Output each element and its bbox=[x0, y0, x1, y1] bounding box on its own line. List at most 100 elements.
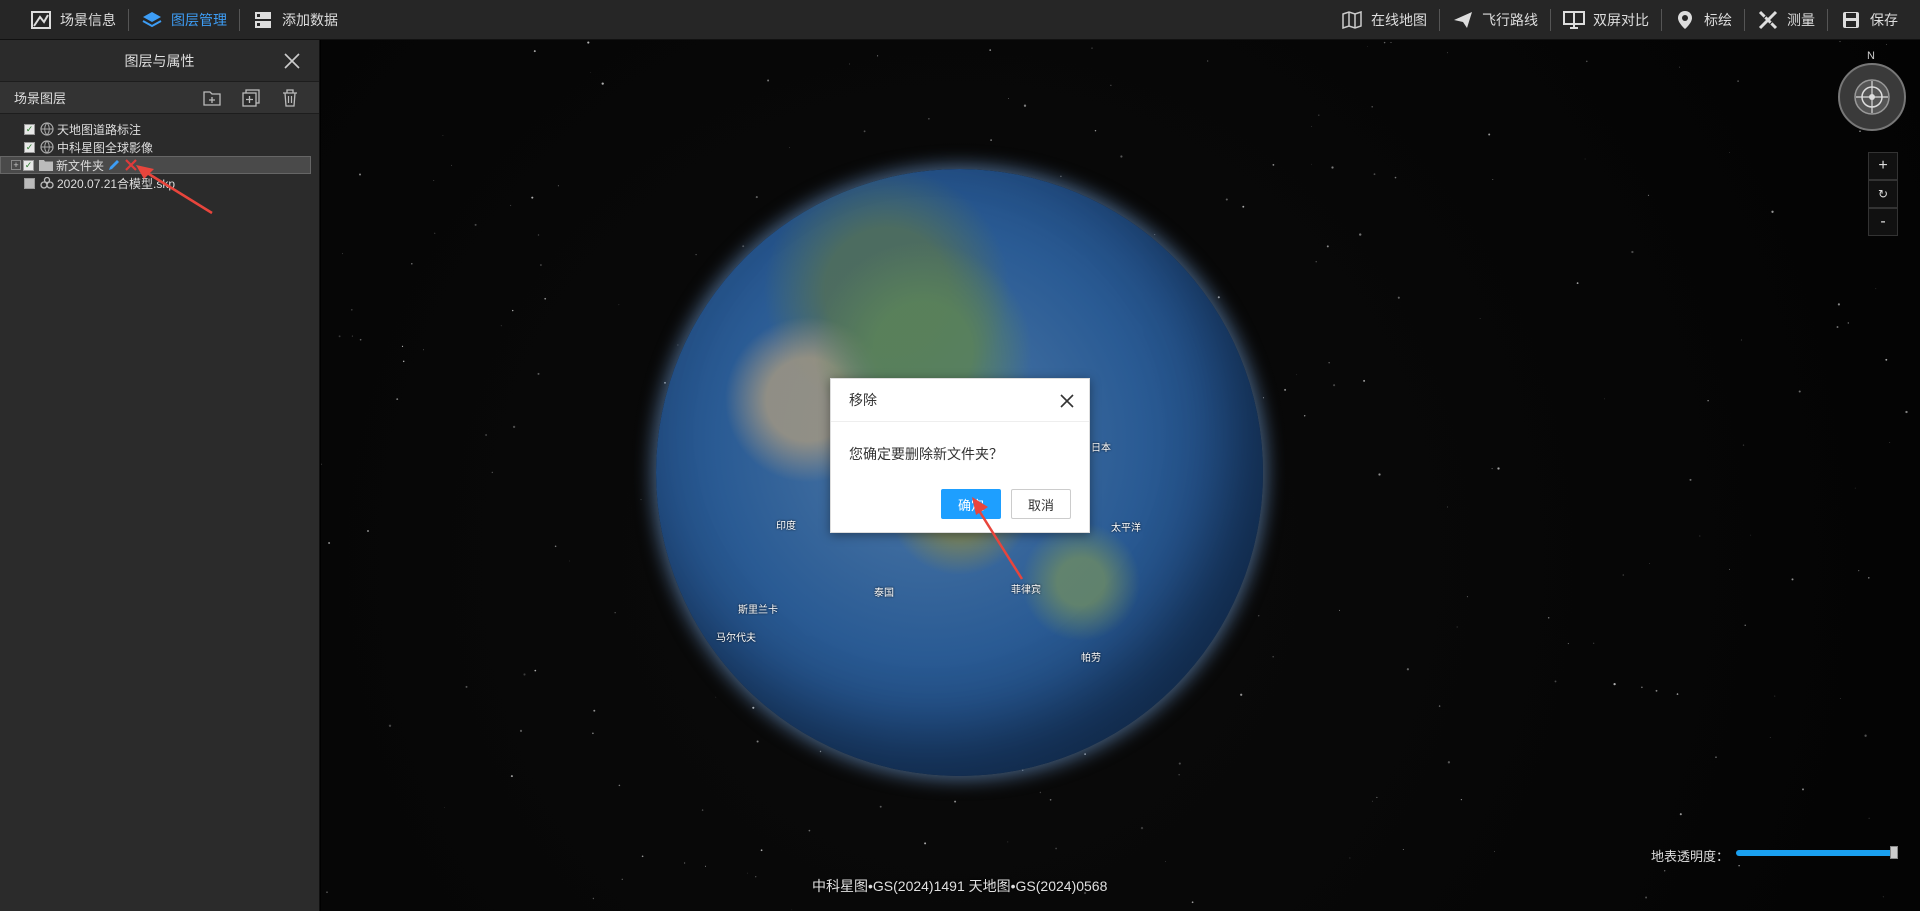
compass[interactable]: N bbox=[1837, 50, 1907, 131]
star bbox=[989, 49, 992, 51]
star bbox=[715, 696, 717, 698]
star bbox=[1110, 84, 1112, 86]
cancel-button[interactable]: 取消 bbox=[1011, 489, 1071, 519]
star bbox=[760, 849, 763, 852]
star bbox=[1008, 98, 1009, 99]
plot-marker-icon bbox=[1674, 9, 1696, 31]
star bbox=[434, 232, 436, 234]
star bbox=[1584, 158, 1586, 160]
toolbar-dual-screen[interactable]: 双屏对比 bbox=[1551, 0, 1661, 40]
star bbox=[1647, 194, 1650, 197]
star bbox=[704, 865, 707, 867]
layers-panel: 图层与属性 场景图层 天地图道路标注 中科星图全球影像 bbox=[0, 40, 320, 911]
star bbox=[1207, 60, 1209, 62]
star bbox=[587, 41, 590, 44]
toolbar-save-label: 保存 bbox=[1870, 11, 1898, 28]
add-layer-icon[interactable] bbox=[241, 88, 261, 108]
star bbox=[1191, 901, 1194, 904]
expand-toggle-icon[interactable]: + bbox=[11, 160, 21, 170]
star bbox=[1729, 152, 1730, 153]
layer-label: 中科星图全球影像 bbox=[57, 140, 154, 155]
star bbox=[1165, 861, 1166, 862]
star bbox=[1178, 774, 1180, 776]
star bbox=[1802, 788, 1804, 791]
toolbar-layer-management[interactable]: 图层管理 bbox=[129, 0, 239, 40]
star bbox=[1836, 326, 1839, 328]
star bbox=[485, 434, 488, 436]
slider-handle[interactable] bbox=[1890, 846, 1898, 859]
layer-item-new-folder[interactable]: + 新文件夹 bbox=[0, 156, 311, 174]
star bbox=[742, 245, 745, 248]
layer-item-model[interactable]: 2020.07.21合模型.skp bbox=[0, 174, 319, 192]
scene-layers-label: 场景图层 bbox=[14, 91, 67, 106]
star bbox=[1318, 114, 1320, 116]
star bbox=[1497, 467, 1500, 470]
star bbox=[1491, 468, 1493, 470]
layer-checkbox[interactable] bbox=[24, 123, 35, 135]
star bbox=[1303, 415, 1306, 417]
star bbox=[990, 139, 992, 141]
globe-viewport[interactable]: 印度 泰国 斯里兰卡 马尔代夫 菲律宾 日本 太平洋 帕劳 N + ↻ - 中科… bbox=[321, 40, 1920, 911]
star bbox=[1847, 322, 1849, 324]
zoom-in-button[interactable]: + bbox=[1868, 152, 1898, 180]
layer-item-global-imagery[interactable]: 中科星图全球影像 bbox=[0, 138, 319, 156]
star bbox=[640, 499, 642, 501]
layer-checkbox[interactable] bbox=[24, 141, 35, 153]
confirm-button[interactable]: 确定 bbox=[941, 489, 1001, 519]
map-credits: 中科星图•GS(2024)1491 天地图•GS(2024)0568 bbox=[812, 878, 1108, 894]
star bbox=[755, 876, 757, 878]
star bbox=[510, 204, 512, 207]
star bbox=[593, 709, 596, 712]
star bbox=[1272, 655, 1275, 658]
toolbar-plot[interactable]: 标绘 bbox=[1662, 0, 1744, 40]
star bbox=[1240, 693, 1243, 696]
toolbar-save[interactable]: 保存 bbox=[1828, 0, 1910, 40]
star bbox=[1262, 397, 1265, 399]
edit-pencil-icon[interactable] bbox=[107, 158, 121, 172]
flight-route-icon bbox=[1452, 9, 1474, 31]
globe-layer-icon bbox=[39, 140, 55, 154]
measure-icon bbox=[1757, 9, 1779, 31]
star bbox=[539, 264, 542, 266]
reset-view-button[interactable]: ↻ bbox=[1868, 180, 1898, 208]
delete-layer-icon[interactable] bbox=[280, 88, 300, 108]
toolbar-online-map[interactable]: 在线地图 bbox=[1329, 0, 1439, 40]
delete-x-icon[interactable] bbox=[124, 158, 138, 172]
compass-ring[interactable] bbox=[1838, 63, 1906, 131]
dialog-close-icon[interactable] bbox=[1060, 394, 1074, 408]
layer-label: 新文件夹 bbox=[56, 158, 105, 173]
star bbox=[1376, 796, 1378, 798]
toolbar-scene-info[interactable]: 场景信息 bbox=[18, 0, 128, 40]
panel-close-icon[interactable] bbox=[283, 52, 301, 70]
star bbox=[1328, 362, 1330, 364]
surface-opacity-slider[interactable] bbox=[1736, 846, 1898, 859]
star bbox=[1744, 624, 1746, 626]
layer-item-road-labels[interactable]: 天地图道路标注 bbox=[0, 120, 319, 138]
globe-label: 泰国 bbox=[874, 588, 894, 599]
star bbox=[849, 63, 850, 65]
star bbox=[1296, 374, 1298, 376]
star bbox=[1738, 865, 1740, 867]
star bbox=[592, 732, 594, 735]
layer-checkbox[interactable] bbox=[24, 177, 35, 189]
star bbox=[1771, 210, 1774, 213]
online-map-icon bbox=[1341, 9, 1363, 31]
star bbox=[601, 82, 604, 85]
star bbox=[1882, 896, 1884, 898]
star bbox=[1740, 339, 1742, 341]
zoom-out-button[interactable]: - bbox=[1868, 208, 1898, 236]
star bbox=[1547, 616, 1550, 619]
toolbar-flight-route[interactable]: 飞行路线 bbox=[1440, 0, 1550, 40]
layer-checkbox[interactable] bbox=[23, 159, 34, 171]
toolbar-measure[interactable]: 测量 bbox=[1745, 0, 1827, 40]
star bbox=[342, 253, 343, 255]
star bbox=[1854, 487, 1856, 489]
add-folder-icon[interactable] bbox=[202, 88, 222, 108]
star bbox=[1868, 577, 1870, 579]
toolbar-online-map-label: 在线地图 bbox=[1371, 11, 1427, 28]
globe-label: 日本 bbox=[1091, 443, 1111, 454]
star bbox=[1837, 303, 1840, 306]
star bbox=[879, 805, 882, 808]
star bbox=[1331, 166, 1334, 169]
toolbar-add-data[interactable]: 添加数据 bbox=[240, 0, 350, 40]
